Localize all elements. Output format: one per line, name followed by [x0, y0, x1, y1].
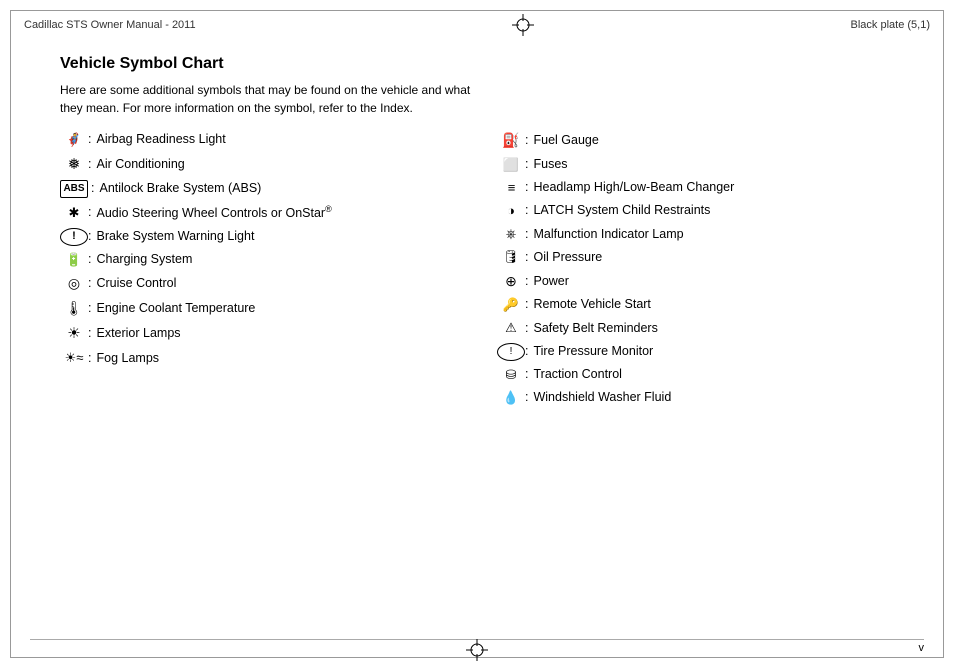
main-content: Vehicle Symbol Chart Here are some addit… [60, 55, 894, 412]
list-item: ! : Brake System Warning Light [60, 228, 457, 246]
crosshair-top-icon [512, 14, 534, 36]
list-item: ⬜ : Fuses [497, 156, 894, 174]
list-item: ABS : Antilock Brake System (ABS) [60, 180, 457, 198]
mil-icon: ⎈ [497, 225, 525, 243]
airbag-label: Airbag Readiness Light [96, 131, 225, 149]
washer-fluid-label: Windshield Washer Fluid [533, 389, 671, 407]
intro-text: Here are some additional symbols that ma… [60, 81, 480, 117]
header-right: Black plate (5,1) [851, 19, 930, 31]
ac-label: Air Conditioning [96, 156, 184, 174]
list-item: ☀≈ : Fog Lamps [60, 349, 457, 367]
list-item: ⛽ : Fuel Gauge [497, 131, 894, 151]
oil-pressure-icon: 🛢 [497, 248, 525, 266]
corner-bl [10, 646, 22, 658]
page-header: Cadillac STS Owner Manual - 2011 Black p… [0, 14, 954, 36]
fuses-label: Fuses [533, 156, 567, 174]
oil-pressure-label: Oil Pressure [533, 249, 602, 267]
audio-label: Audio Steering Wheel Controls or OnStar® [96, 203, 331, 223]
tpm-label: Tire Pressure Monitor [533, 343, 653, 361]
audio-icon: ✱ [60, 204, 88, 222]
symbol-columns: 🦸 : Airbag Readiness Light ❅ : Air Condi… [60, 131, 894, 412]
list-item: ⛁ : Traction Control [497, 366, 894, 384]
list-item: 🌡 : Engine Coolant Temperature [60, 299, 457, 319]
list-item: ⊕ : Power [497, 272, 894, 292]
power-label: Power [533, 273, 568, 291]
charging-icon: 🔋 [60, 251, 88, 269]
exterior-lamps-icon: ☀ [60, 323, 88, 344]
list-item: 🦸 : Airbag Readiness Light [60, 131, 457, 149]
fuel-gauge-icon: ⛽ [497, 131, 525, 151]
brake-icon: ! [60, 228, 88, 246]
traction-control-label: Traction Control [533, 366, 621, 384]
tpm-icon: ! [497, 343, 525, 361]
headlamp-icon: ≡ [497, 179, 525, 197]
right-column: ⛽ : Fuel Gauge ⬜ : Fuses ≡ : Headlamp Hi… [497, 131, 894, 412]
list-item: 🔑 : Remote Vehicle Start [497, 296, 894, 314]
seatbelt-icon: ⚠ [497, 319, 525, 337]
crosshair-bottom [466, 639, 488, 664]
left-column: 🦸 : Airbag Readiness Light ❅ : Air Condi… [60, 131, 457, 412]
cruise-icon: ◎ [60, 274, 88, 294]
latch-icon: ◑ [497, 202, 525, 220]
cruise-label: Cruise Control [96, 275, 176, 293]
latch-label: LATCH System Child Restraints [533, 202, 710, 220]
fog-lamps-icon: ☀≈ [60, 349, 88, 367]
charging-label: Charging System [96, 251, 192, 269]
exterior-lamps-label: Exterior Lamps [96, 325, 180, 343]
coolant-icon: 🌡 [60, 299, 88, 319]
fuel-gauge-label: Fuel Gauge [533, 132, 598, 150]
remote-start-icon: 🔑 [497, 296, 525, 314]
list-item: ◎ : Cruise Control [60, 274, 457, 294]
seatbelt-label: Safety Belt Reminders [533, 320, 657, 338]
corner-br [932, 646, 944, 658]
brake-label: Brake System Warning Light [96, 228, 254, 246]
abs-icon: ABS [60, 180, 88, 198]
list-item: ≡ : Headlamp High/Low-Beam Changer [497, 179, 894, 197]
list-item: ☀ : Exterior Lamps [60, 323, 457, 344]
mil-label: Malfunction Indicator Lamp [533, 226, 683, 244]
list-item: 🔋 : Charging System [60, 251, 457, 269]
headlamp-label: Headlamp High/Low-Beam Changer [533, 179, 734, 197]
fuses-icon: ⬜ [497, 156, 525, 174]
ac-icon: ❅ [60, 154, 88, 175]
list-item: 💧 : Windshield Washer Fluid [497, 389, 894, 407]
power-icon: ⊕ [497, 272, 525, 292]
airbag-icon: 🦸 [60, 131, 88, 149]
list-item: ❅ : Air Conditioning [60, 154, 457, 175]
list-item: ✱ : Audio Steering Wheel Controls or OnS… [60, 203, 457, 223]
coolant-label: Engine Coolant Temperature [96, 300, 255, 318]
list-item: 🛢 : Oil Pressure [497, 248, 894, 266]
page-number: v [919, 642, 925, 654]
section-title: Vehicle Symbol Chart [60, 55, 894, 73]
traction-control-icon: ⛁ [497, 366, 525, 384]
fog-lamps-label: Fog Lamps [96, 350, 159, 368]
list-item: ⎈ : Malfunction Indicator Lamp [497, 225, 894, 243]
list-item: ! : Tire Pressure Monitor [497, 343, 894, 361]
crosshair-bottom-icon [466, 639, 488, 661]
list-item: ◑ : LATCH System Child Restraints [497, 202, 894, 220]
abs-label: Antilock Brake System (ABS) [99, 180, 261, 198]
list-item: ⚠ : Safety Belt Reminders [497, 319, 894, 337]
header-left: Cadillac STS Owner Manual - 2011 [24, 19, 196, 31]
washer-fluid-icon: 💧 [497, 389, 525, 407]
remote-start-label: Remote Vehicle Start [533, 296, 650, 314]
